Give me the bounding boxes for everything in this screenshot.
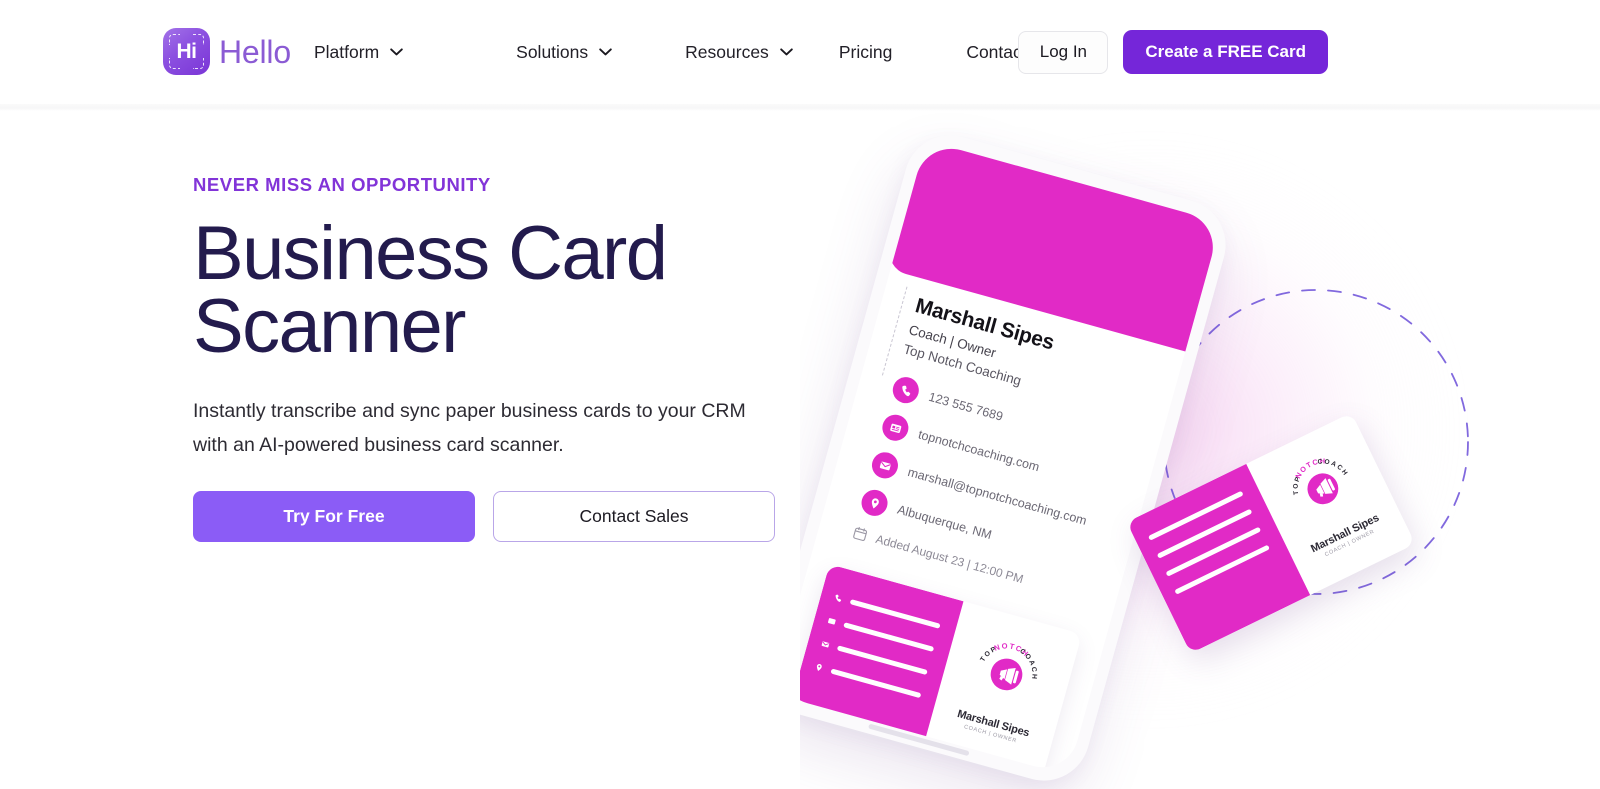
- card-line-placeholder: [830, 668, 922, 699]
- page-title: Business Card Scanner: [193, 210, 668, 370]
- hero-subcopy: Instantly transcribe and sync paper busi…: [193, 399, 746, 457]
- card-location-line: [1174, 544, 1270, 595]
- hero-cta-row: Try For Free Contact Sales: [193, 491, 853, 543]
- chevron-down-icon: [599, 48, 612, 56]
- hihello-logo-icon: Hi: [163, 28, 210, 75]
- card-line-placeholder: [843, 622, 935, 652]
- card-website-line: [1156, 508, 1252, 559]
- site-header: Hi Hello Platform Solutions Resources Pr…: [0, 0, 1600, 104]
- create-free-card-button[interactable]: Create a FREE Card: [1123, 30, 1328, 74]
- try-for-free-button[interactable]: Try For Free: [193, 491, 475, 543]
- hero-section: NEVER MISS AN OPPORTUNITY Business Card …: [193, 174, 853, 543]
- hero-eyebrow: NEVER MISS AN OPPORTUNITY: [193, 174, 491, 195]
- card-line-placeholder: [1156, 508, 1252, 559]
- nav-item-pricing[interactable]: Pricing: [839, 42, 893, 63]
- landing-page: Hi Hello Platform Solutions Resources Pr…: [0, 0, 1600, 789]
- primary-navigation: Platform Solutions Resources Pricing Con…: [314, 0, 1075, 104]
- phone-icon: [835, 594, 842, 602]
- nav-label-resources: Resources: [685, 41, 769, 62]
- card-line-placeholder: [1165, 526, 1261, 577]
- nav-item-resources[interactable]: Resources: [685, 42, 793, 63]
- web-card-icon: [879, 412, 912, 445]
- header-divider: [0, 104, 1600, 111]
- chevron-down-icon: [390, 48, 403, 56]
- brand-wordmark: Hello: [219, 33, 291, 70]
- card-line-placeholder: [849, 599, 941, 629]
- card-line-placeholder: [836, 645, 928, 675]
- brand-mark-text: Hi: [176, 40, 198, 63]
- calendar-icon: [853, 527, 868, 542]
- nav-label-solutions: Solutions: [516, 41, 589, 62]
- chevron-down-icon: [780, 48, 793, 56]
- top-notch-coaching-logo-icon: TOP NOTCH COACHING: [969, 630, 1048, 690]
- envelope-icon: [821, 641, 830, 648]
- map-pin-icon: [816, 664, 822, 671]
- brand-logo[interactable]: Hi Hello: [163, 28, 291, 75]
- card-email-line: [1165, 526, 1261, 577]
- contact-sales-button[interactable]: Contact Sales: [493, 491, 775, 543]
- nav-item-platform[interactable]: Platform: [314, 42, 403, 63]
- phone-icon: [889, 374, 922, 407]
- header-actions: Log In Create a FREE Card: [1018, 0, 1600, 104]
- hero-illustration: Marshall Sipes Coach | Owner Top Notch C…: [800, 110, 1600, 789]
- contact-phone: 123 555 7689: [926, 390, 1005, 425]
- login-button[interactable]: Log In: [1018, 30, 1109, 74]
- envelope-icon: [868, 449, 901, 482]
- dashed-divider: [881, 286, 908, 376]
- nav-label-pricing: Pricing: [838, 41, 893, 62]
- contact-location: Albuquerque, NM: [895, 502, 994, 543]
- scanned-contact-details: Marshall Sipes Coach | Owner Top Notch C…: [851, 286, 1160, 606]
- map-pin-icon: [858, 487, 891, 520]
- web-card-icon: [828, 618, 836, 625]
- nav-label-platform: Platform: [314, 41, 380, 62]
- nav-item-solutions[interactable]: Solutions: [516, 42, 612, 63]
- card-line-placeholder: [1174, 544, 1270, 595]
